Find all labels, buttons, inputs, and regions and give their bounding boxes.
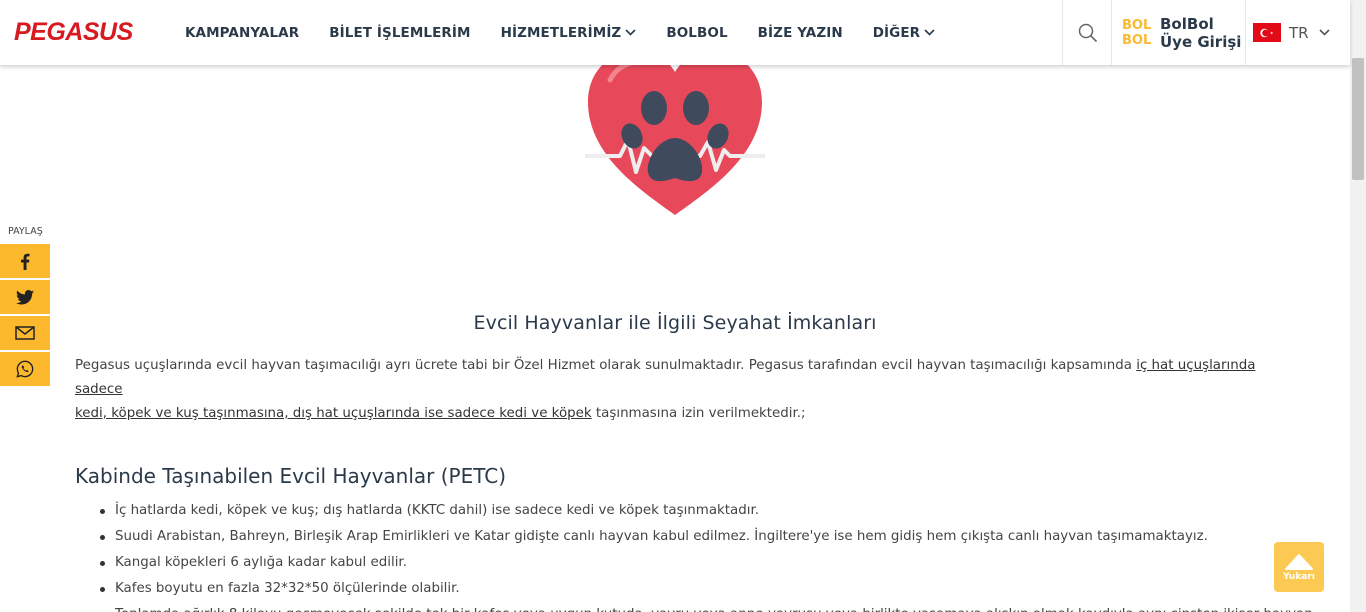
pet-heart-paw-illustration — [585, 50, 765, 215]
share-twitter-button[interactable] — [0, 280, 50, 314]
pegasus-logo[interactable]: PEGASUS — [14, 18, 133, 47]
scrollbar-thumb[interactable] — [1352, 58, 1364, 180]
section-title-petc: Kabinde Taşınabilen Evcil Hayvanlar (PET… — [75, 464, 507, 488]
back-to-top-label: Yukarı — [1283, 571, 1315, 582]
nav-bolbol[interactable]: BOLBOL — [666, 25, 727, 41]
bolbol-login-button[interactable]: BOL BOL BolBol Üye Girişi — [1111, 0, 1246, 65]
language-selector[interactable]: TR — [1253, 0, 1330, 65]
share-facebook-button[interactable] — [0, 244, 50, 278]
nav-diger[interactable]: DİĞER — [873, 25, 935, 41]
list-item: Toplamda ağırlık 8 kiloyu geçmeyecek şek… — [75, 602, 1313, 612]
list-item: Suudi Arabistan, Bahreyn, Birleşik Arap … — [75, 524, 1275, 550]
page-scrollbar[interactable] — [1350, 0, 1366, 612]
bolbol-logo: BOL BOL — [1122, 17, 1152, 48]
arrow-up-icon — [1285, 553, 1313, 570]
list-item: Kafes boyutu en fazla 32*32*50 ölçülerin… — [75, 576, 1275, 602]
chevron-down-icon — [1319, 29, 1330, 36]
share-label: PAYLAŞ — [8, 226, 43, 237]
facebook-icon — [21, 253, 30, 270]
chevron-down-icon — [924, 29, 935, 36]
nav-kampanyalar[interactable]: KAMPANYALAR — [185, 25, 299, 41]
list-item: İç hatlarda kedi, köpek ve kuş; dış hatl… — [75, 498, 1275, 524]
search-icon — [1078, 23, 1097, 42]
back-to-top-button[interactable]: Yukarı — [1274, 542, 1324, 592]
page-title: Evcil Hayvanlar ile İlgili Seyahat İmkan… — [473, 312, 877, 334]
share-whatsapp-button[interactable] — [0, 352, 50, 386]
petc-rules-list: İç hatlarda kedi, köpek ve kuş; dış hatl… — [75, 498, 1313, 612]
share-mail-button[interactable] — [0, 316, 50, 350]
site-header: PEGASUS KAMPANYALAR BİLET İŞLEMLERİM HİZ… — [0, 0, 1350, 65]
twitter-icon — [16, 289, 34, 305]
mail-icon — [15, 326, 35, 340]
main-nav: KAMPANYALAR BİLET İŞLEMLERİM HİZMETLERİM… — [185, 0, 965, 65]
language-label: TR — [1289, 23, 1309, 42]
nav-hizmetlerimiz[interactable]: HİZMETLERİMİZ — [501, 25, 637, 41]
chevron-down-icon — [625, 29, 636, 36]
search-button[interactable] — [1062, 0, 1112, 65]
main-content: Evcil Hayvanlar ile İlgili Seyahat İmkan… — [75, 312, 1313, 612]
intro-link[interactable]: kedi, köpek ve kuş taşınmasına, dış hat … — [75, 406, 592, 421]
whatsapp-icon — [16, 360, 34, 378]
nav-bilet-islemlerim[interactable]: BİLET İŞLEMLERİM — [329, 25, 470, 41]
turkey-flag-icon — [1253, 23, 1281, 42]
bolbol-login-label: BolBol Üye Girişi — [1160, 14, 1242, 51]
list-item: Kangal köpekleri 6 aylığa kadar kabul ed… — [75, 550, 1275, 576]
nav-bize-yazin[interactable]: BİZE YAZIN — [758, 25, 843, 41]
intro-paragraph: Pegasus uçuşlarında evcil hayvan taşımac… — [75, 358, 1256, 421]
